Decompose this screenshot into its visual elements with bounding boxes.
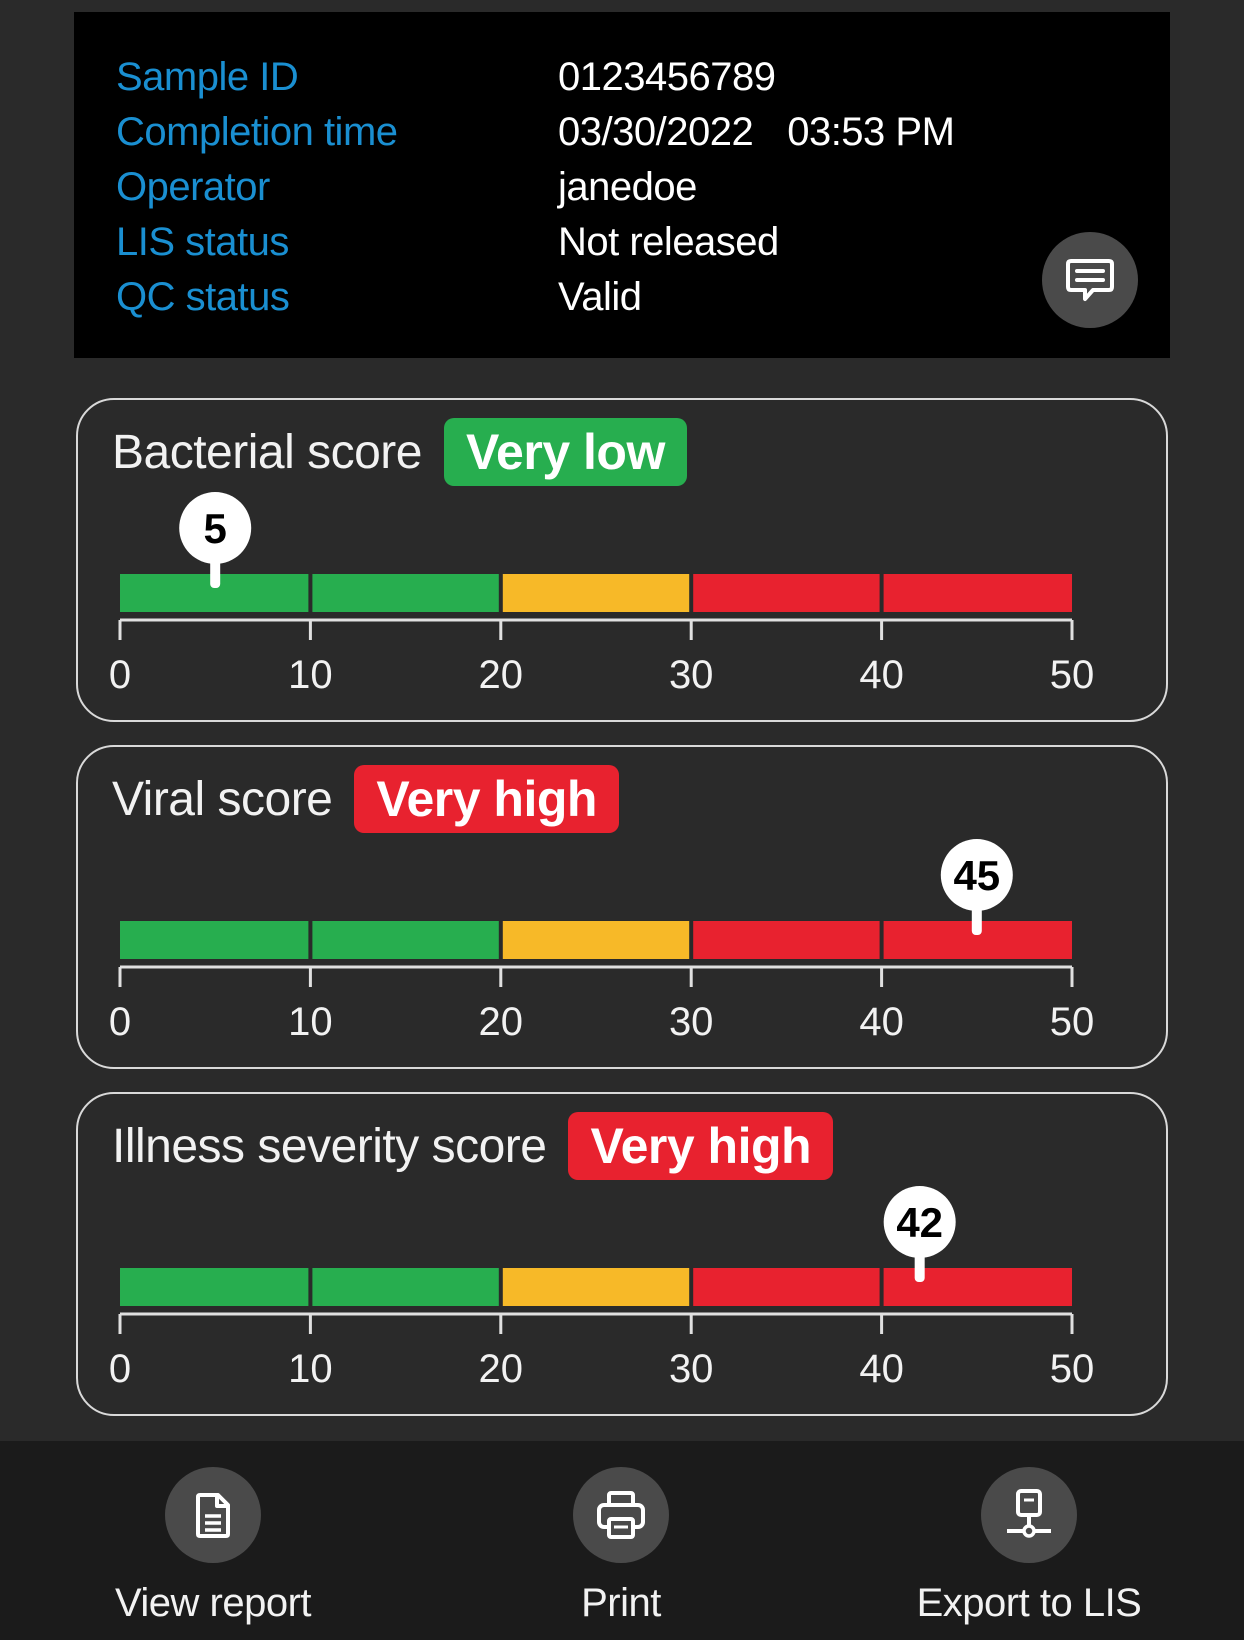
illness-severity-score-card: Illness severity score Very high 0 10 20 30… xyxy=(76,1092,1168,1416)
info-row-qc-status: QC status Valid xyxy=(116,270,1130,325)
scale-segment xyxy=(120,1268,309,1306)
comment-icon xyxy=(1066,259,1114,301)
export-circle xyxy=(981,1467,1077,1563)
qc-status-value: Valid xyxy=(558,275,642,319)
scale-segment xyxy=(120,921,309,959)
scale-tick-label: 30 xyxy=(669,653,714,697)
printer-icon xyxy=(597,1491,645,1539)
completion-clock: 03:53 PM xyxy=(787,110,955,154)
action-label: Export to LIS xyxy=(916,1581,1142,1625)
scale-tick-label: 40 xyxy=(859,1347,904,1391)
scale-tick-label: 20 xyxy=(479,1347,524,1391)
info-label: Completion time xyxy=(116,110,398,154)
info-row-operator: Operator janedoe xyxy=(116,160,1130,215)
scale-tick-label: 10 xyxy=(288,653,333,697)
operator-value: janedoe xyxy=(558,165,697,209)
score-marker-value: 5 xyxy=(204,505,227,552)
sample-info-panel: Sample ID 0123456789 Completion time 03/… xyxy=(74,12,1170,358)
export-to-lis-button[interactable]: Export to LIS xyxy=(864,1441,1194,1640)
sample-id-value: 0123456789 xyxy=(558,55,776,99)
action-bar: View report Print Export to LIS xyxy=(0,1441,1244,1640)
info-label: LIS status xyxy=(116,220,289,264)
viral-score-card: Viral score Very high 0 10 20 30 40 50 45 xyxy=(76,745,1168,1069)
score-scale: 0 10 20 30 40 50 5 xyxy=(109,492,1095,697)
scale-segment xyxy=(693,921,880,959)
print-button[interactable]: Print xyxy=(456,1441,786,1640)
action-label: Print xyxy=(581,1581,661,1625)
scale-tick-label: 40 xyxy=(859,653,904,697)
scale-tick-label: 10 xyxy=(288,1347,333,1391)
completion-date: 03/30/2022 xyxy=(558,110,754,154)
network-export-icon xyxy=(1007,1489,1051,1538)
scale-segment xyxy=(502,574,690,612)
info-label: Operator xyxy=(116,165,270,209)
view-report-button[interactable]: View report xyxy=(48,1441,378,1640)
scale-segment xyxy=(693,574,880,612)
scale-tick-label: 20 xyxy=(479,1000,524,1044)
comment-button[interactable] xyxy=(1042,232,1138,328)
info-row-sample-id: Sample ID 0123456789 xyxy=(116,50,1130,105)
scale-tick-label: 30 xyxy=(669,1347,714,1391)
lis-status-value: Not released xyxy=(558,220,779,264)
scale-segment xyxy=(502,921,690,959)
print-circle xyxy=(573,1467,669,1563)
scale-segment xyxy=(312,574,499,612)
view-report-circle xyxy=(165,1467,261,1563)
score-marker-value: 42 xyxy=(896,1199,943,1246)
score-marker-value: 45 xyxy=(953,852,1000,899)
document-icon xyxy=(196,1493,230,1538)
scale-tick-label: 40 xyxy=(859,1000,904,1044)
info-label: QC status xyxy=(116,275,290,319)
scale-tick-label: 50 xyxy=(1050,1347,1095,1391)
score-scale: 0 10 20 30 40 50 45 xyxy=(109,839,1095,1044)
scale-tick-label: 50 xyxy=(1050,653,1095,697)
scale-tick-label: 20 xyxy=(479,653,524,697)
scale-tick-label: 50 xyxy=(1050,1000,1095,1044)
scale-segment xyxy=(312,1268,499,1306)
scale-tick-label: 10 xyxy=(288,1000,333,1044)
scale-segment xyxy=(883,1268,1072,1306)
scale-segment xyxy=(312,921,499,959)
info-row-lis-status: LIS status Not released xyxy=(116,215,1130,270)
action-label: View report xyxy=(114,1581,312,1625)
info-row-completion-time: Completion time 03/30/2022 03:53 PM xyxy=(116,105,1130,160)
scale-tick-label: 0 xyxy=(109,1000,131,1044)
completion-time-value: 03/30/2022 03:53 PM xyxy=(558,110,955,155)
bacterial-score-card: Bacterial score Very low 0 10 20 30 40 50 5 xyxy=(76,398,1168,722)
scale-segment xyxy=(502,1268,690,1306)
score-scale: 0 10 20 30 40 50 42 xyxy=(109,1186,1095,1391)
scale-segment xyxy=(693,1268,880,1306)
info-label: Sample ID xyxy=(116,55,299,99)
scale-segment xyxy=(883,574,1072,612)
scale-tick-label: 0 xyxy=(109,653,131,697)
scale-tick-label: 30 xyxy=(669,1000,714,1044)
scale-tick-label: 0 xyxy=(109,1347,131,1391)
